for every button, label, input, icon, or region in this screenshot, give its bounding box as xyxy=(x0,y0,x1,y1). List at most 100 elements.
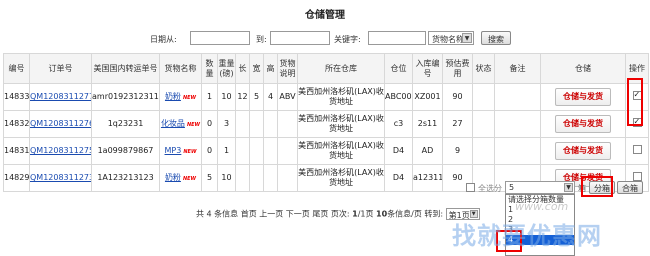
order-link[interactable]: QM1208311276 xyxy=(31,119,91,128)
cell-desc xyxy=(277,137,298,165)
date-from-label: 日期从: xyxy=(150,35,177,44)
per-page: 10 xyxy=(376,209,388,219)
cell-weight: 3 xyxy=(217,110,236,138)
page-title: 仓储管理 xyxy=(305,10,345,21)
cell-slot: D4 xyxy=(384,137,413,165)
new-badge: NEW xyxy=(182,94,197,101)
cell-note xyxy=(494,83,541,111)
col-warehouse: 所在仓库 xyxy=(297,53,385,84)
cell-width: 5 xyxy=(249,83,264,111)
date-to-label: 到: xyxy=(256,35,267,44)
chevron-down-icon: ▼ xyxy=(462,33,472,43)
search-button[interactable]: 搜索 xyxy=(481,31,511,45)
cell-id: 14833 xyxy=(3,83,30,111)
storage-ship-button[interactable]: 仓储与发货 xyxy=(555,88,611,106)
storage-table: 编号 订单号 美国国内转运单号 货物名称 数量 重量(磅) 长 宽 高 货物说明… xyxy=(3,53,649,192)
col-length: 长 xyxy=(235,53,250,84)
cell-desc xyxy=(277,110,298,138)
date-from-input[interactable] xyxy=(190,31,250,45)
col-note: 备注 xyxy=(494,53,541,84)
cell-id: 14831 xyxy=(3,137,30,165)
cell-action: 仓储与发货 xyxy=(540,110,626,138)
merge-box-button[interactable]: 合箱 xyxy=(617,181,643,194)
cell-height xyxy=(263,137,278,165)
cell-length: 12 xyxy=(235,83,250,111)
cell-status xyxy=(472,83,495,111)
col-width: 宽 xyxy=(249,53,264,84)
cell-width xyxy=(249,137,264,165)
cell-warehouse: 美西加州洛杉矶(LAX)收货地址 xyxy=(297,83,385,111)
table-row: 14833QM1208311277amr019231231123奶粉NEW110… xyxy=(3,83,649,111)
col-slot: 仓位 xyxy=(384,53,413,84)
cell-action: 仓储与发货 xyxy=(540,137,626,165)
cell-tracking: 1q23231 xyxy=(91,110,160,138)
cell-fee: 90 xyxy=(442,83,473,111)
goods-link[interactable]: 化妆品 xyxy=(161,119,185,128)
cell-inbound: AD xyxy=(412,137,443,165)
cell-goods: 奶粉 NEW xyxy=(159,83,202,111)
cell-slot: ABC001 xyxy=(384,83,413,111)
table-row: 14832 QM1208311276 1q23231 化妆品 NEW 0 3 美西加州洛杉矶(… xyxy=(3,110,649,138)
cell-height: 4 xyxy=(263,83,278,111)
cell-length xyxy=(235,137,250,165)
col-qty: 数量 xyxy=(201,53,218,84)
cell-note xyxy=(494,137,541,165)
goods-link[interactable]: MP3 xyxy=(165,146,182,155)
cell-order: QM1208311277 xyxy=(29,83,92,111)
cell-fee: 27 xyxy=(442,110,473,138)
new-badge: NEW xyxy=(183,148,197,155)
order-link[interactable]: QM1208311275 xyxy=(31,146,91,155)
cell-warehouse: 美西加州洛杉矶(LAX)收货地址 xyxy=(297,137,385,165)
storage-ship-button[interactable]: 仓储与发货 xyxy=(555,142,611,160)
cell-check xyxy=(625,137,649,165)
col-desc: 货物说明 xyxy=(277,53,298,84)
cell-action: 仓储与发货 xyxy=(540,83,626,111)
cell-weight: 10 xyxy=(217,83,236,111)
col-tracking: 美国国内转运单号 xyxy=(91,53,160,84)
cell-fee: 9 xyxy=(442,137,473,165)
watermark: 找就要优惠网 xyxy=(452,222,602,250)
goods-link[interactable]: 奶粉 xyxy=(165,92,181,101)
cell-qty: 0 xyxy=(201,137,218,165)
bulk-actions: 全选分 5 ▼ 箱 分箱 合箱 xyxy=(0,181,650,195)
row-checkbox[interactable] xyxy=(632,172,642,181)
cell-note xyxy=(494,110,541,138)
row-checkbox[interactable] xyxy=(632,145,642,154)
select-all-label: 全选分 xyxy=(478,184,502,193)
cell-slot: c3 xyxy=(384,110,413,138)
new-badge: NEW xyxy=(186,121,201,128)
col-fee: 预估费用 xyxy=(442,53,473,84)
col-goods: 货物名称 xyxy=(159,53,202,84)
search-field-select[interactable]: 货物名称 ▼ xyxy=(428,31,474,45)
col-storage: 仓储 xyxy=(540,53,626,84)
cell-width xyxy=(249,110,264,138)
cell-order: QM1208311275 xyxy=(29,137,92,165)
cell-qty: 0 xyxy=(201,110,218,138)
select-all-checkbox[interactable] xyxy=(466,183,475,192)
date-to-input[interactable] xyxy=(270,31,330,45)
split-highlight xyxy=(581,176,613,197)
watermark-url: www.com xyxy=(515,200,569,213)
col-order: 订单号 xyxy=(29,53,92,84)
table-header-row: 编号 订单号 美国国内转运单号 货物名称 数量 重量(磅) 长 宽 高 货物说明… xyxy=(3,53,649,84)
cell-qty: 1 xyxy=(201,83,218,111)
table-row: 14831 QM1208311275 1a099879867 MP3 NEW 0 1 美西加州… xyxy=(3,137,649,165)
cell-length xyxy=(235,110,250,138)
keyword-label: 关键字: xyxy=(334,35,361,44)
cell-inbound: 2s11 xyxy=(412,110,443,138)
cell-tracking: amr019231231123 xyxy=(91,83,160,111)
cell-warehouse: 美西加州洛杉矶(LAX)收货地址 xyxy=(297,110,385,138)
cell-goods: 化妆品 NEW xyxy=(159,110,202,138)
cell-inbound: XZ001 xyxy=(412,83,443,111)
cell-order: QM1208311276 xyxy=(29,110,92,138)
col-status: 状态 xyxy=(472,53,495,84)
order-link[interactable]: QM1208311277 xyxy=(31,92,91,101)
checkbox-highlight xyxy=(627,78,643,126)
storage-ship-button[interactable]: 仓储与发货 xyxy=(555,115,611,133)
col-inbound: 入库编号 xyxy=(412,53,443,84)
cell-weight: 1 xyxy=(217,137,236,165)
cell-tracking: 1a099879867 xyxy=(91,137,160,165)
cell-status xyxy=(472,137,495,165)
keyword-input[interactable] xyxy=(368,31,426,45)
box-count-select[interactable]: 5 ▼ xyxy=(505,181,575,194)
